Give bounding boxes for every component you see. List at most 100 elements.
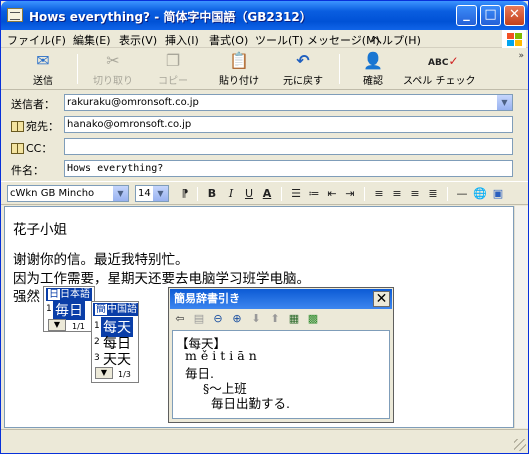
format-separator [364,187,365,201]
zoom-in-icon[interactable]: ⊕ [229,311,245,327]
spell-check-button[interactable]: ABC✓ スペル チェック [403,49,475,89]
ime-candidate[interactable]: 天天 [103,349,131,369]
ime-chinese-header: 簡中国語 [93,303,138,316]
from-select[interactable]: rakuraku@omronsoft.co.jp ▼ [64,94,513,111]
title-bar[interactable]: Hows everything? - 简体字中国語（GB2312） _ □ ✕ [1,1,528,30]
ime-japanese-candidate-window: 日日本語 1 毎日 ▼ 1/1 [43,286,95,332]
resize-grip-icon[interactable] [514,439,526,451]
font-family-select[interactable]: cWkn GB Mincho ▼ [7,185,129,202]
close-button[interactable]: ✕ [504,5,525,26]
horizontal-line-icon[interactable]: — [454,186,470,202]
ime-next-page-button[interactable]: ▼ [95,367,113,379]
align-left-icon[interactable]: ≡ [371,186,387,202]
menu-tools[interactable]: ツール(T) [255,32,303,48]
menu-message[interactable]: メッセージ(M) [307,32,380,48]
down-arrow-icon[interactable]: ⬇ [248,311,264,327]
format-separator [281,187,282,201]
menu-help[interactable]: ヘルプ(H) [371,32,421,48]
menu-view[interactable]: 表示(V) [119,32,157,48]
subject-row: 件名： Hows everything? [1,158,528,180]
cut-button[interactable]: ✂ 切り取り [85,49,141,89]
up-arrow-icon[interactable]: ⬆ [267,311,283,327]
ime-language-icon: 日 [48,289,60,300]
paste-button[interactable]: 📋 貼り付け [209,49,269,89]
window-title: Hows everything? - 简体字中国語（GB2312） [29,10,312,24]
dictionary-close-button[interactable]: ✕ [373,291,390,307]
chevron-down-icon[interactable]: ▼ [153,186,168,201]
copy-icon: ❐ [165,51,181,70]
body-line-2: 谢谢你的信。最近我特别忙。 [13,252,189,268]
status-bar [1,429,528,453]
toolbar-overflow-chevron-icon[interactable]: » [518,51,524,61]
bold-button[interactable]: B [204,186,220,202]
justify-icon[interactable]: ≣ [425,186,441,202]
paste-clipboard-icon: 📋 [229,51,249,70]
main-toolbar: ✉ 送信 ✂ 切り取り ❐ コピー 📋 貼り付け ↶ 元に戻す 👤 確認 ABC… [1,48,528,90]
dictionary-content[interactable]: 【每天】 měitiān 毎日. §～上班 毎日出勤する. [172,330,390,419]
address-book-icon [11,143,24,154]
chevron-down-icon[interactable]: ▼ [113,186,128,201]
body-line-3: 因为工作需要，星期天还要去电脑学习班学电脑。 [13,271,310,287]
format-separator [197,187,198,201]
ime-next-page-button[interactable]: ▼ [48,319,66,331]
message-app-icon[interactable] [7,8,23,22]
numbered-list-icon[interactable]: ☰ [288,186,304,202]
page-icon[interactable]: ▤ [191,311,207,327]
dictionary-title-bar[interactable]: 簡易辞書引き ✕ [170,289,392,309]
zoom-out-icon[interactable]: ⊖ [210,311,226,327]
menu-insert[interactable]: 挿入(I) [165,32,199,48]
body-line-4-prefix: 强然 [13,289,40,305]
menu-bar: ファイル(F) 編集(E) 表示(V) 挿入(I) 書式(O) ツール(T) メ… [1,30,528,48]
font-size-select[interactable]: 14 ▼ [135,185,169,202]
ime-chinese-candidate-window: 簡中国語 1 每天 2 每日 3 天天 ▼ 1/3 [91,301,139,383]
insert-hyperlink-icon[interactable]: 🌐 [472,186,488,202]
menu-format[interactable]: 書式(O) [209,32,248,48]
subject-field[interactable]: Hows everything? [64,160,513,177]
dictionary-pinyin: měitiān [185,348,261,363]
ime-language-icon: 簡 [95,304,107,315]
simple-dictionary-window: 簡易辞書引き ✕ ⇦ ▤ ⊖ ⊕ ⬇ ⬆ ▦ ▩ 【每天】 měitiān 毎日… [168,287,394,423]
align-center-icon[interactable]: ≡ [389,186,405,202]
send-button[interactable]: ✉ 送信 [15,49,71,89]
dictionary-book-icon[interactable]: ▦ [286,311,302,327]
body-line-greeting: 花子小姐 [13,222,67,238]
bullet-list-icon[interactable]: ≔ [306,186,322,202]
from-label: 送信者： [11,98,55,111]
font-color-button[interactable]: A [259,186,275,202]
mail-compose-window: Hows everything? - 简体字中国語（GB2312） _ □ ✕ … [0,0,529,454]
copy-to-doc-icon[interactable]: ▩ [305,311,321,327]
ime-candidate-selected[interactable]: 毎日 [53,300,85,320]
back-arrow-icon[interactable]: ⇦ [172,311,188,327]
from-row: 送信者： rakuraku@omronsoft.co.jp ▼ [1,92,528,114]
spell-check-icon: ABC✓ [428,54,459,68]
copy-button[interactable]: ❐ コピー [145,49,201,89]
address-book-icon [11,121,24,132]
format-toolbar: cWkn GB Mincho ▼ 14 ▼ ⁋ B I U A ☰ ≔ ⇤ ⇥ … [1,181,528,205]
maximize-button[interactable]: □ [480,5,501,26]
ime-page-indicator: 1/3 [118,370,131,379]
insert-picture-icon[interactable]: ▣ [490,186,506,202]
toolbar-separator [339,54,340,84]
menu-edit[interactable]: 編集(E) [73,32,111,48]
underline-button[interactable]: U [241,186,257,202]
menu-file[interactable]: ファイル(F) [7,32,66,48]
check-names-button[interactable]: 👤 確認 [347,49,399,89]
to-label-button[interactable]: 宛先： [11,118,59,134]
subject-label: 件名： [11,164,44,177]
dictionary-example-jp: 毎日出勤する. [211,396,290,411]
cc-label-button[interactable]: CC： [11,140,52,156]
align-right-icon[interactable]: ≡ [407,186,423,202]
minimize-button[interactable]: _ [456,5,477,26]
chevron-down-icon[interactable]: ▼ [497,95,512,110]
decrease-indent-icon[interactable]: ⇤ [324,186,340,202]
italic-button[interactable]: I [223,186,239,202]
paragraph-style-icon[interactable]: ⁋ [177,186,193,202]
increase-indent-icon[interactable]: ⇥ [342,186,358,202]
toolbar-separator [77,54,78,84]
undo-icon: ↶ [296,51,310,70]
format-separator [447,187,448,201]
to-field[interactable]: hanako@omronsoft.co.jp [64,116,513,133]
vertical-scrollbar[interactable] [514,206,528,428]
undo-button[interactable]: ↶ 元に戻す [273,49,333,89]
cc-field[interactable] [64,138,513,155]
